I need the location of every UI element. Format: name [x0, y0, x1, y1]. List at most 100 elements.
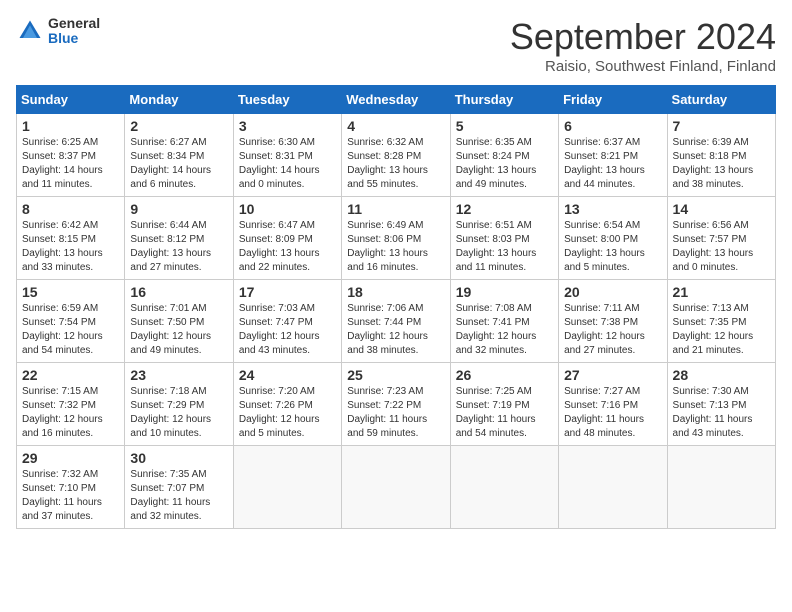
day-info: Sunrise: 6:35 AMSunset: 8:24 PMDaylight:…	[456, 136, 553, 192]
calendar-week-row: 1 Sunrise: 6:25 AMSunset: 8:37 PMDaylight…	[17, 114, 776, 197]
day-number: 16	[130, 284, 227, 300]
calendar-cell: 2 Sunrise: 6:27 AMSunset: 8:34 PMDaylight…	[125, 114, 233, 197]
day-info: Sunrise: 6:39 AMSunset: 8:18 PMDaylight:…	[673, 136, 770, 192]
day-number: 7	[673, 118, 770, 134]
day-number: 6	[564, 118, 661, 134]
calendar-cell: 12 Sunrise: 6:51 AMSunset: 8:03 PMDayligh…	[450, 197, 558, 280]
day-info: Sunrise: 6:37 AMSunset: 8:21 PMDaylight:…	[564, 136, 661, 192]
calendar-header-wednesday: Wednesday	[342, 86, 450, 114]
title-section: September 2024 Raisio, Southwest Finland…	[510, 16, 776, 75]
day-number: 28	[673, 367, 770, 383]
day-info: Sunrise: 7:30 AMSunset: 7:13 PMDaylight:…	[673, 385, 770, 441]
day-info: Sunrise: 6:25 AMSunset: 8:37 PMDaylight:…	[22, 136, 119, 192]
day-number: 22	[22, 367, 119, 383]
calendar-cell: 21 Sunrise: 7:13 AMSunset: 7:35 PMDayligh…	[667, 280, 775, 363]
day-number: 25	[347, 367, 444, 383]
day-info: Sunrise: 7:18 AMSunset: 7:29 PMDaylight:…	[130, 385, 227, 441]
calendar-cell: 5 Sunrise: 6:35 AMSunset: 8:24 PMDaylight…	[450, 114, 558, 197]
month-title: September 2024	[510, 16, 776, 58]
day-info: Sunrise: 6:54 AMSunset: 8:00 PMDaylight:…	[564, 219, 661, 275]
day-number: 5	[456, 118, 553, 134]
calendar-header-friday: Friday	[559, 86, 667, 114]
day-info: Sunrise: 7:23 AMSunset: 7:22 PMDaylight:…	[347, 385, 444, 441]
calendar-cell: 30 Sunrise: 7:35 AMSunset: 7:07 PMDayligh…	[125, 446, 233, 529]
day-info: Sunrise: 7:15 AMSunset: 7:32 PMDaylight:…	[22, 385, 119, 441]
calendar-cell: 23 Sunrise: 7:18 AMSunset: 7:29 PMDayligh…	[125, 363, 233, 446]
calendar-cell	[450, 446, 558, 529]
day-number: 18	[347, 284, 444, 300]
day-number: 1	[22, 118, 119, 134]
calendar-week-row: 29Sunrise: 7:32 AMSunset: 7:10 PMDayligh…	[17, 446, 776, 529]
day-number: 19	[456, 284, 553, 300]
calendar-cell: 29Sunrise: 7:32 AMSunset: 7:10 PMDayligh…	[17, 446, 125, 529]
calendar-cell: 3 Sunrise: 6:30 AMSunset: 8:31 PMDaylight…	[233, 114, 341, 197]
day-number: 13	[564, 201, 661, 217]
calendar-header-saturday: Saturday	[667, 86, 775, 114]
day-number: 20	[564, 284, 661, 300]
day-number: 30	[130, 450, 227, 466]
logo-blue: Blue	[48, 31, 100, 46]
day-number: 4	[347, 118, 444, 134]
logo-general: General	[48, 16, 100, 31]
calendar-cell	[233, 446, 341, 529]
day-info: Sunrise: 7:27 AMSunset: 7:16 PMDaylight:…	[564, 385, 661, 441]
calendar-cell: 14 Sunrise: 6:56 AMSunset: 7:57 PMDayligh…	[667, 197, 775, 280]
day-info: Sunrise: 6:56 AMSunset: 7:57 PMDaylight:…	[673, 219, 770, 275]
logo: General Blue	[16, 16, 100, 47]
day-info: Sunrise: 6:32 AMSunset: 8:28 PMDaylight:…	[347, 136, 444, 192]
day-number: 12	[456, 201, 553, 217]
day-number: 23	[130, 367, 227, 383]
day-number: 21	[673, 284, 770, 300]
calendar-cell: 8Sunrise: 6:42 AMSunset: 8:15 PMDaylight…	[17, 197, 125, 280]
calendar-cell: 15 Sunrise: 6:59 AMSunset: 7:54 PMDayligh…	[17, 280, 125, 363]
calendar-cell: 6 Sunrise: 6:37 AMSunset: 8:21 PMDaylight…	[559, 114, 667, 197]
calendar-cell	[667, 446, 775, 529]
day-info: Sunrise: 6:44 AMSunset: 8:12 PMDaylight:…	[130, 219, 227, 275]
day-number: 14	[673, 201, 770, 217]
calendar-cell: 17 Sunrise: 7:03 AMSunset: 7:47 PMDayligh…	[233, 280, 341, 363]
day-info: Sunrise: 7:06 AMSunset: 7:44 PMDaylight:…	[347, 302, 444, 358]
day-info: Sunrise: 6:27 AMSunset: 8:34 PMDaylight:…	[130, 136, 227, 192]
calendar-cell: 10Sunrise: 6:47 AMSunset: 8:09 PMDayligh…	[233, 197, 341, 280]
calendar-cell: 25 Sunrise: 7:23 AMSunset: 7:22 PMDayligh…	[342, 363, 450, 446]
day-number: 11	[347, 201, 444, 217]
day-number: 24	[239, 367, 336, 383]
day-number: 8	[22, 201, 119, 217]
day-number: 17	[239, 284, 336, 300]
calendar-cell: 19Sunrise: 7:08 AMSunset: 7:41 PMDayligh…	[450, 280, 558, 363]
day-info: Sunrise: 7:20 AMSunset: 7:26 PMDaylight:…	[239, 385, 336, 441]
day-info: Sunrise: 6:59 AMSunset: 7:54 PMDaylight:…	[22, 302, 119, 358]
day-number: 27	[564, 367, 661, 383]
calendar-cell: 22 Sunrise: 7:15 AMSunset: 7:32 PMDayligh…	[17, 363, 125, 446]
day-number: 10	[239, 201, 336, 217]
calendar-cell: 1 Sunrise: 6:25 AMSunset: 8:37 PMDaylight…	[17, 114, 125, 197]
calendar-cell: 9Sunrise: 6:44 AMSunset: 8:12 PMDaylight…	[125, 197, 233, 280]
day-number: 2	[130, 118, 227, 134]
calendar-cell: 28 Sunrise: 7:30 AMSunset: 7:13 PMDayligh…	[667, 363, 775, 446]
day-number: 3	[239, 118, 336, 134]
day-info: Sunrise: 7:03 AMSunset: 7:47 PMDaylight:…	[239, 302, 336, 358]
calendar-cell: 27 Sunrise: 7:27 AMSunset: 7:16 PMDayligh…	[559, 363, 667, 446]
day-info: Sunrise: 6:30 AMSunset: 8:31 PMDaylight:…	[239, 136, 336, 192]
calendar-cell: 18 Sunrise: 7:06 AMSunset: 7:44 PMDayligh…	[342, 280, 450, 363]
day-info: Sunrise: 7:01 AMSunset: 7:50 PMDaylight:…	[130, 302, 227, 358]
page-header: General Blue September 2024 Raisio, Sout…	[16, 16, 776, 75]
day-info: Sunrise: 6:51 AMSunset: 8:03 PMDaylight:…	[456, 219, 553, 275]
calendar-header-sunday: Sunday	[17, 86, 125, 114]
day-number: 15	[22, 284, 119, 300]
day-info: Sunrise: 7:11 AMSunset: 7:38 PMDaylight:…	[564, 302, 661, 358]
calendar-cell: 11Sunrise: 6:49 AMSunset: 8:06 PMDayligh…	[342, 197, 450, 280]
calendar-cell	[342, 446, 450, 529]
calendar-cell	[559, 446, 667, 529]
day-info: Sunrise: 7:13 AMSunset: 7:35 PMDaylight:…	[673, 302, 770, 358]
calendar-cell: 24 Sunrise: 7:20 AMSunset: 7:26 PMDayligh…	[233, 363, 341, 446]
calendar-header-thursday: Thursday	[450, 86, 558, 114]
calendar-cell: 26Sunrise: 7:25 AMSunset: 7:19 PMDayligh…	[450, 363, 558, 446]
calendar-table: SundayMondayTuesdayWednesdayThursdayFrid…	[16, 85, 776, 529]
calendar-header-row: SundayMondayTuesdayWednesdayThursdayFrid…	[17, 86, 776, 114]
calendar-cell: 13 Sunrise: 6:54 AMSunset: 8:00 PMDayligh…	[559, 197, 667, 280]
calendar-cell: 20 Sunrise: 7:11 AMSunset: 7:38 PMDayligh…	[559, 280, 667, 363]
day-info: Sunrise: 7:35 AMSunset: 7:07 PMDaylight:…	[130, 468, 227, 524]
calendar-header-tuesday: Tuesday	[233, 86, 341, 114]
calendar-header-monday: Monday	[125, 86, 233, 114]
